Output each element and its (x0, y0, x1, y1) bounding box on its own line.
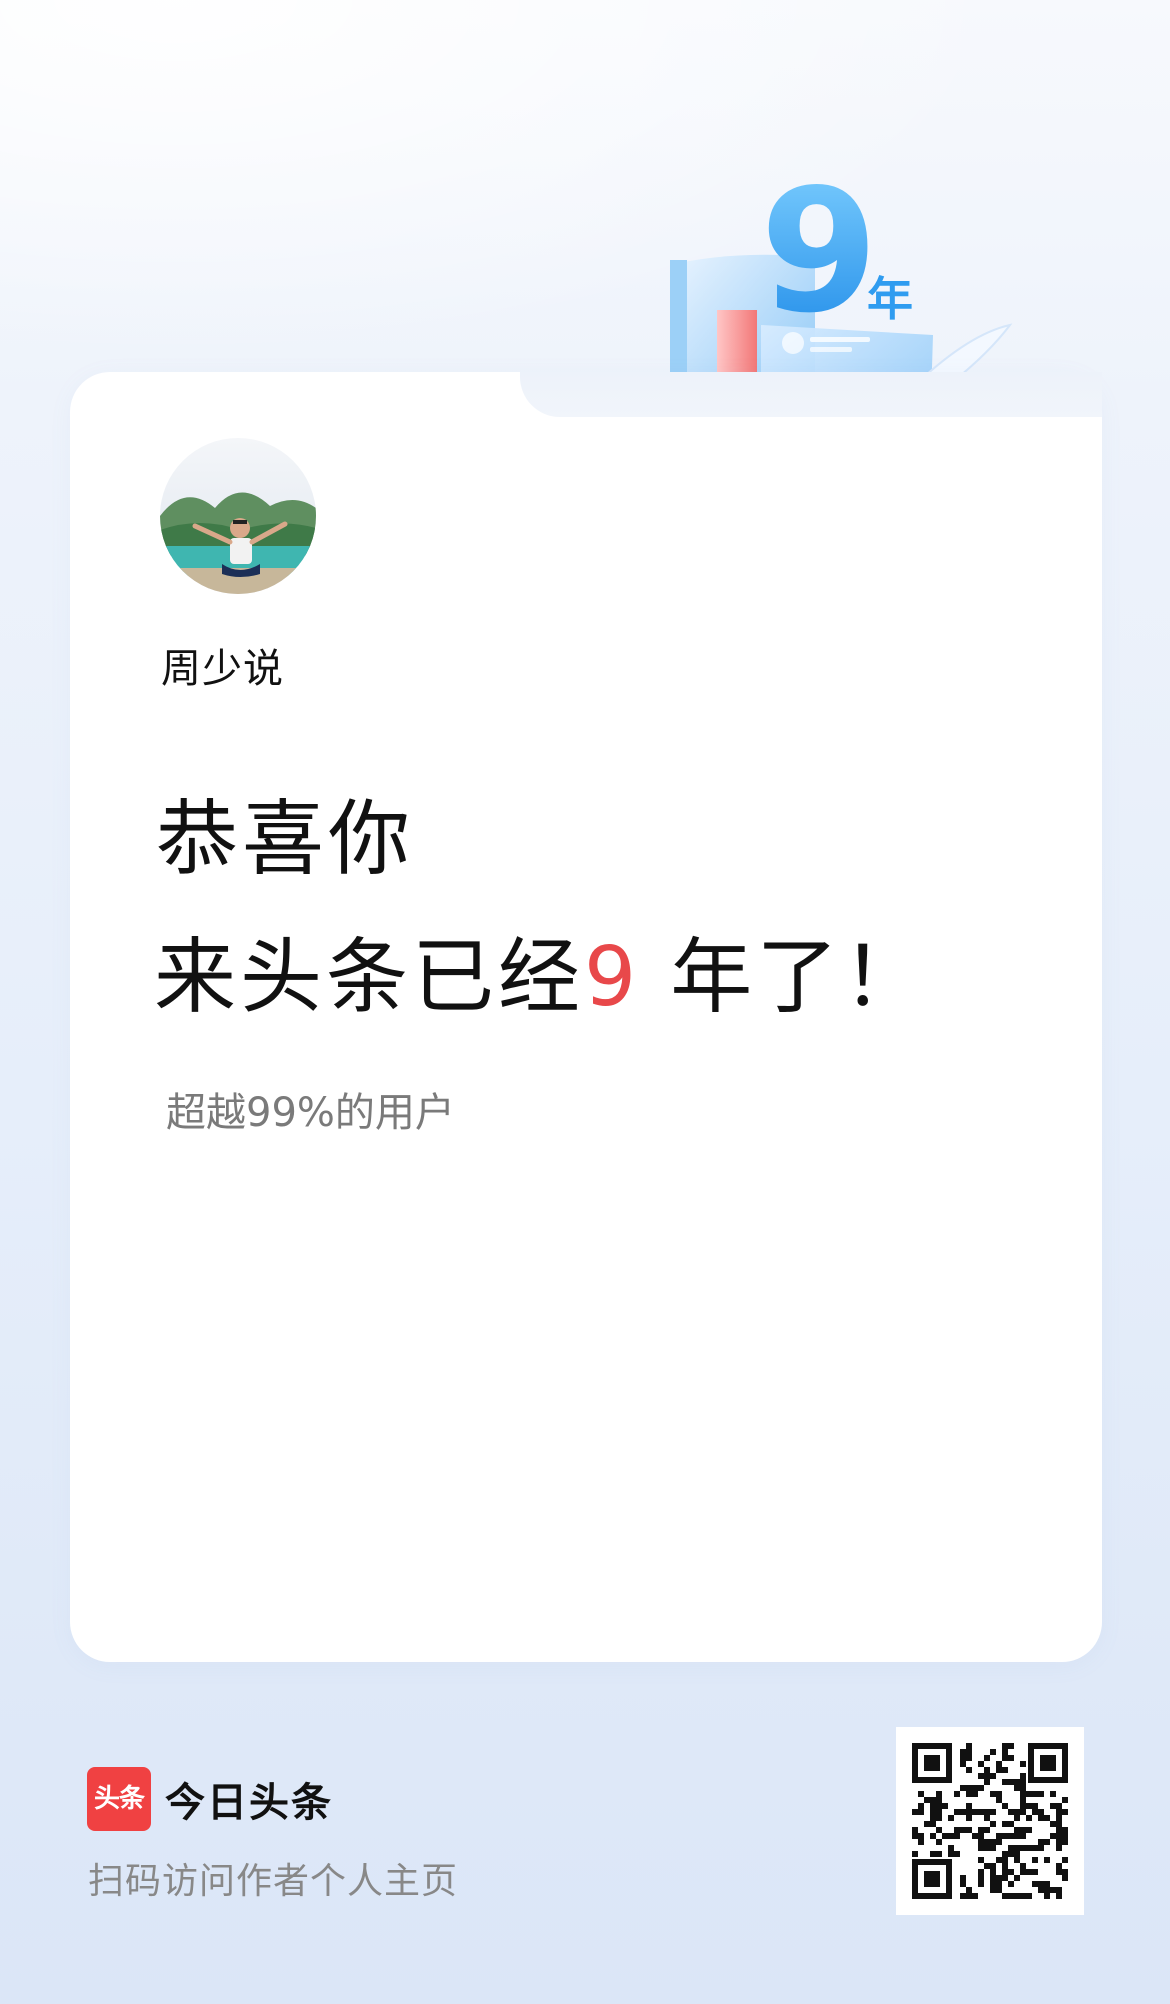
rank-text: 超越99%的用户 (166, 1090, 455, 1136)
congrats-prefix: 来头条已经 (154, 930, 585, 1025)
congrats-heading: 恭喜你 (156, 792, 415, 887)
badge-unit: 年 (867, 272, 913, 326)
badge-number: 9 (760, 165, 878, 351)
username[interactable]: 周少说 (161, 636, 284, 694)
congrats-suffix: 年了！ (640, 930, 929, 1025)
avatar-photo (160, 438, 316, 594)
qr-code[interactable] (896, 1727, 1084, 1915)
years-count: 9 (584, 930, 641, 1025)
toutiao-logo-icon: 头条 (87, 1767, 151, 1831)
scan-hint: 扫码访问作者个人主页 (88, 1861, 459, 1902)
avatar[interactable] (160, 438, 316, 594)
qr-code-icon (896, 1727, 1084, 1915)
card-notch (520, 372, 1102, 417)
congrats-years-line: 来头条已经9 年了！ (154, 928, 928, 1028)
brand-name: 今日头条 (165, 1780, 333, 1826)
